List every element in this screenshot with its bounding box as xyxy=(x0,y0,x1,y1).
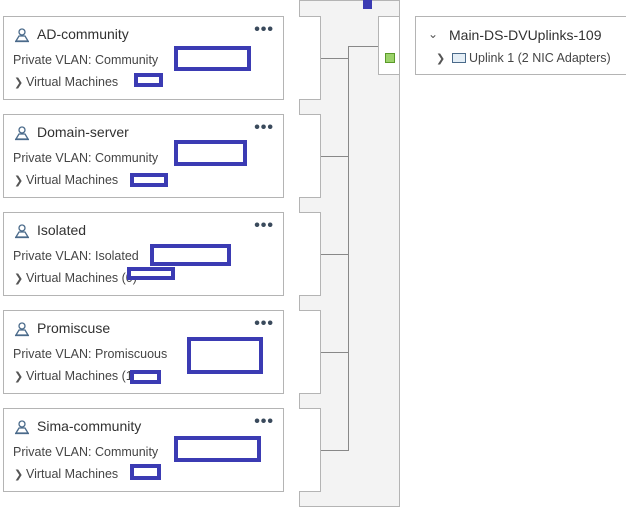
chevron-right-icon: ❯ xyxy=(436,53,446,65)
portgroup-name[interactable]: Isolated xyxy=(37,222,86,238)
more-actions-button[interactable]: ••• xyxy=(254,218,274,234)
chevron-down-icon[interactable]: ⌄ xyxy=(428,27,438,41)
redaction-box xyxy=(130,464,161,480)
uplink-port-icon[interactable] xyxy=(385,53,395,63)
connector-line xyxy=(321,156,349,157)
portgroup-icon xyxy=(14,28,30,43)
nic-adapter-icon xyxy=(452,53,466,63)
redaction-box xyxy=(174,46,251,71)
portgroup-name[interactable]: AD-community xyxy=(37,26,129,42)
portgroup-port-stub xyxy=(299,310,321,394)
portgroup-name[interactable]: Domain-server xyxy=(37,124,129,140)
uplink-row[interactable]: ❯ Uplink 1 (2 NIC Adapters) xyxy=(436,51,611,65)
connector-line xyxy=(321,58,349,59)
connector-line xyxy=(321,450,349,451)
portgroup-icon xyxy=(14,126,30,141)
redaction-box xyxy=(174,140,247,166)
more-actions-button[interactable]: ••• xyxy=(254,22,274,38)
portgroup-port-stub xyxy=(299,114,321,198)
virtual-machines-toggle[interactable]: ❯ Virtual Machines (1) xyxy=(14,369,137,383)
portgroup-card-isolated[interactable]: Isolated ••• Private VLAN: Isolated ❯ Vir… xyxy=(3,212,284,296)
connector-line xyxy=(321,352,349,353)
virtual-machines-toggle[interactable]: ❯ Virtual Machines xyxy=(14,173,118,187)
vlan-label: Private VLAN: Community xyxy=(13,53,159,67)
redaction-box xyxy=(187,337,263,374)
portgroup-port-stub xyxy=(299,408,321,492)
connector-line xyxy=(348,46,349,450)
redaction-box xyxy=(130,370,161,384)
redaction-box xyxy=(134,73,163,87)
chevron-right-icon: ❯ xyxy=(14,77,24,89)
redaction-box xyxy=(150,244,231,266)
uplinks-card[interactable]: ⌄ Main-DS-DVUplinks-109 ❯ Uplink 1 (2 NIC… xyxy=(415,16,626,75)
more-actions-button[interactable]: ••• xyxy=(254,316,274,332)
redaction-box xyxy=(363,0,372,9)
uplink-port-stub xyxy=(378,16,399,75)
connector-line xyxy=(321,254,349,255)
portgroup-name[interactable]: Sima-community xyxy=(37,418,141,434)
redaction-box xyxy=(127,267,175,280)
virtual-machines-toggle[interactable]: ❯ Virtual Machines xyxy=(14,75,118,89)
vlan-label: Private VLAN: Community xyxy=(13,445,159,459)
portgroup-icon xyxy=(14,420,30,435)
chevron-right-icon: ❯ xyxy=(14,371,24,383)
virtual-machines-toggle[interactable]: ❯ Virtual Machines (0) xyxy=(14,271,137,285)
vlan-label: Private VLAN: Isolated xyxy=(13,249,139,263)
portgroup-port-stub xyxy=(299,16,321,100)
redaction-box xyxy=(174,436,261,462)
portgroup-port-stub xyxy=(299,212,321,296)
vlan-label: Private VLAN: Promiscuous xyxy=(13,347,168,361)
chevron-right-icon: ❯ xyxy=(14,273,24,285)
portgroup-name[interactable]: Promiscuse xyxy=(37,320,110,336)
uplinks-title[interactable]: Main-DS-DVUplinks-109 xyxy=(449,27,602,43)
portgroup-icon xyxy=(14,322,30,337)
portgroup-icon xyxy=(14,224,30,239)
chevron-right-icon: ❯ xyxy=(14,469,24,481)
vlan-label: Private VLAN: Community xyxy=(13,151,159,165)
redaction-box xyxy=(130,173,168,187)
more-actions-button[interactable]: ••• xyxy=(254,414,274,430)
connector-line xyxy=(348,46,378,47)
virtual-machines-toggle[interactable]: ❯ Virtual Machines xyxy=(14,467,118,481)
chevron-right-icon: ❯ xyxy=(14,175,24,187)
more-actions-button[interactable]: ••• xyxy=(254,120,274,136)
